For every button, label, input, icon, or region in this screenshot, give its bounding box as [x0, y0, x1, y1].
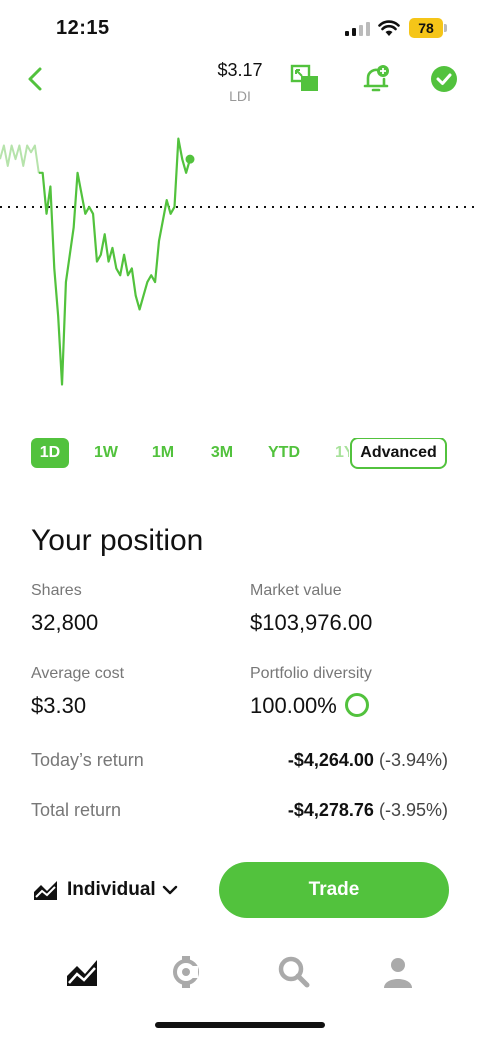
shares-value: 32,800 [31, 610, 99, 635]
investing-chart-icon[interactable] [64, 954, 100, 990]
investing-chart-icon [34, 881, 57, 900]
search-icon[interactable] [276, 954, 312, 990]
market-value-label: Market value [250, 582, 342, 599]
account-label: Individual [67, 879, 156, 900]
range-tab-ytd[interactable]: YTD [261, 438, 307, 468]
battery-tip [444, 24, 447, 32]
today-return-value: -$4,264.00 (-3.94%) [288, 750, 448, 771]
range-tab-1d[interactable]: 1D [31, 438, 69, 468]
price-series-line-faded [0, 144, 40, 173]
range-tabs: 1D 1W 1M 3M YTD 1Y Advanced [0, 438, 480, 470]
account-person-icon[interactable] [380, 954, 416, 990]
checkmark-circle-icon[interactable] [429, 64, 459, 94]
avg-cost-label: Average cost [31, 665, 125, 682]
home-indicator [155, 1022, 325, 1028]
total-return-amount: -$4,278.76 [287, 800, 374, 820]
wifi-icon [378, 20, 400, 36]
header: $3.17 LDI [0, 58, 480, 110]
tab-bar [0, 948, 480, 998]
status-time: 12:15 [56, 17, 110, 39]
cellular-signal-icon [345, 22, 370, 36]
today-return-pct: (-3.94%) [378, 750, 448, 770]
range-tab-1w[interactable]: 1W [88, 438, 124, 468]
range-tab-3m[interactable]: 3M [203, 438, 241, 468]
total-return-label: Total return [31, 800, 122, 820]
back-chevron-icon[interactable] [24, 66, 48, 92]
shares-label: Shares [31, 582, 82, 599]
status-bar: 12:15 78 [0, 0, 480, 58]
today-return-amount: -$4,264.00 [287, 750, 374, 770]
add-alert-bell-icon[interactable] [361, 64, 391, 94]
range-tab-1m[interactable]: 1M [145, 438, 181, 468]
total-return-value: -$4,278.76 (-3.95%) [288, 800, 448, 821]
market-value: $103,976.00 [250, 610, 373, 635]
range-tab-1y[interactable]: 1Y [335, 438, 349, 468]
price-chart[interactable] [0, 120, 480, 420]
diversity-label: Portfolio diversity [250, 665, 372, 682]
advanced-button[interactable]: Advanced [350, 438, 447, 469]
account-selector[interactable]: Individual [33, 876, 178, 904]
today-return-label: Today’s return [31, 750, 144, 770]
price-series-line [38, 137, 192, 386]
last-price-point [185, 154, 195, 164]
battery-indicator: 78 [409, 18, 443, 38]
crypto-icon[interactable] [168, 954, 204, 990]
header-ticker: LDI [229, 88, 251, 104]
header-price: $3.17 [217, 60, 263, 80]
trade-button[interactable]: Trade [219, 862, 449, 918]
diversity-ring-icon [344, 693, 369, 717]
chevron-down-icon [162, 885, 177, 895]
position-title: Your position [31, 524, 204, 557]
total-return-pct: (-3.95%) [378, 800, 448, 820]
diversity-row[interactable]: 100.00% [250, 693, 369, 719]
avg-cost-value: $3.30 [31, 693, 87, 718]
diversity-value: 100.00% [250, 693, 337, 718]
fullscreen-chart-icon[interactable] [290, 64, 320, 94]
